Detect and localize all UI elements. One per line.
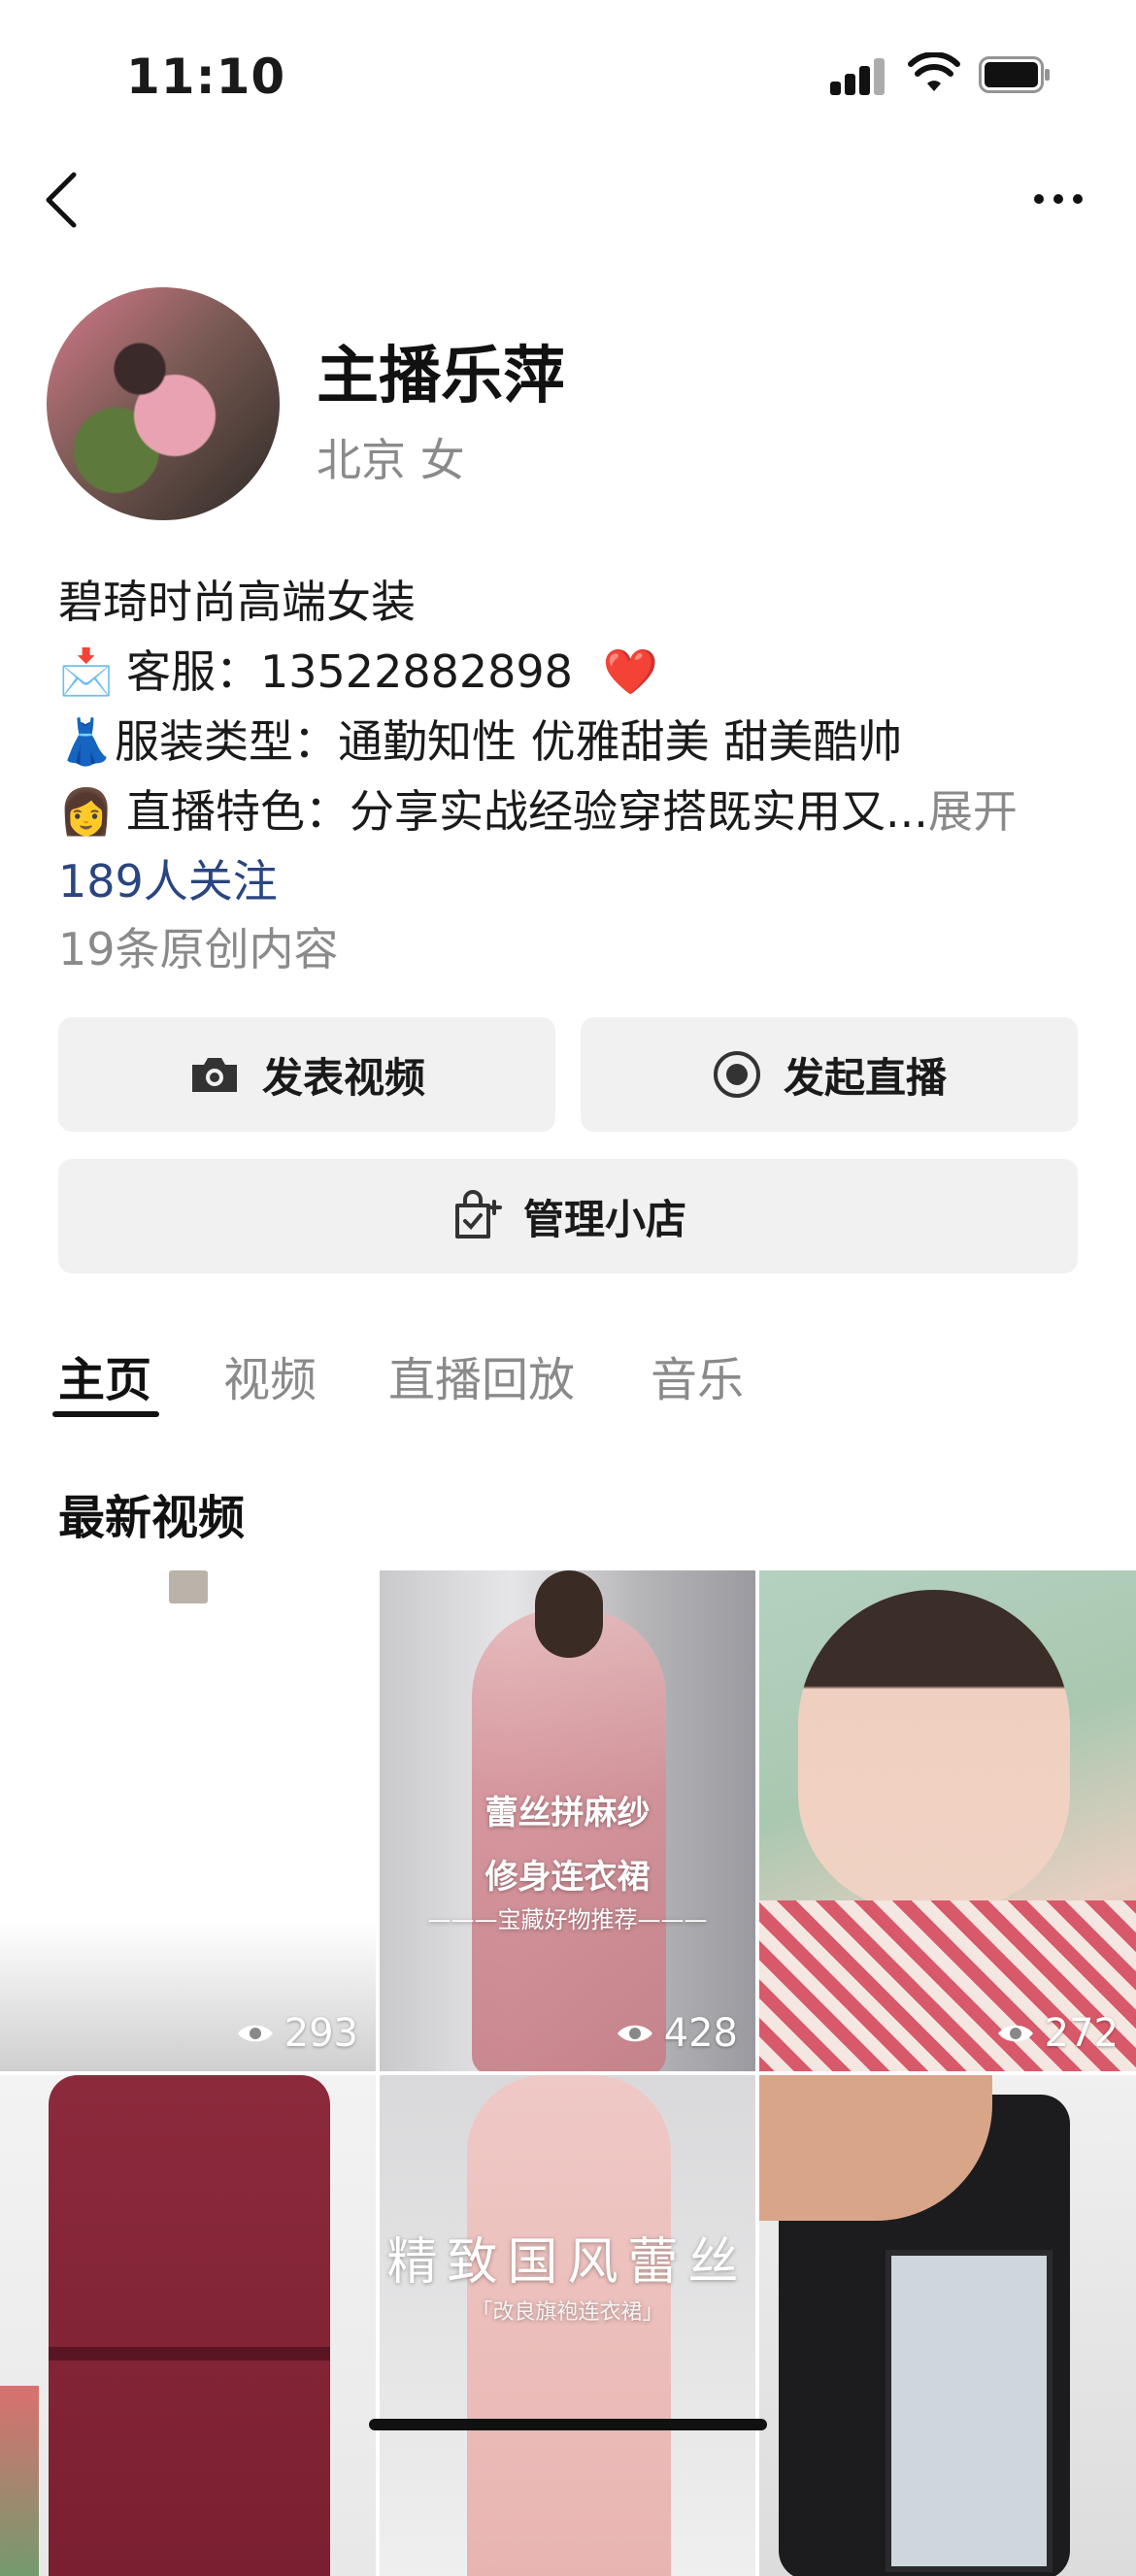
- bio-line-2: 📩 客服：13522882898 ❤️: [58, 637, 671, 701]
- video-thumbnail[interactable]: 蕾丝拼麻纱 修身连衣裙 ———宝藏好物推荐——— 428: [380, 1570, 755, 2071]
- eye-icon: [237, 2025, 273, 2042]
- more-options-icon[interactable]: [1031, 184, 1086, 214]
- eye-icon: [617, 2025, 652, 2042]
- tab-videos[interactable]: 视频: [223, 1341, 317, 1409]
- woman-icon: 👩: [58, 785, 115, 838]
- envelope-icon: 📩: [58, 645, 115, 698]
- cellular-signal-icon: [830, 56, 885, 95]
- home-indicator[interactable]: [369, 2419, 767, 2430]
- active-tab-indicator: [52, 1411, 159, 1417]
- view-count: 272: [996, 2011, 1119, 2056]
- person-head: [535, 1570, 603, 1658]
- section-latest-videos: 最新视频: [58, 1491, 246, 1545]
- bio-customer-service: 客服：13522882898: [126, 645, 573, 698]
- video-thumbnail[interactable]: 精致国风蕾丝 「改良旗袍连衣裙」: [380, 2075, 755, 2576]
- manage-shop-button[interactable]: 管理小店: [58, 1159, 1078, 1273]
- burgundy-dress: [49, 2075, 330, 2576]
- manage-shop-label: 管理小店: [522, 1195, 686, 1243]
- avatar[interactable]: [47, 287, 280, 520]
- view-count: 428: [616, 2011, 738, 2056]
- video-thumbnail[interactable]: 293: [0, 1570, 376, 2071]
- bio-line-4: 👩 直播特色：分享实战经验穿搭既实用又...展开: [58, 776, 1018, 841]
- bio-line-1: 碧琦时尚高端女装: [58, 576, 416, 628]
- thumbnail-image: [169, 1570, 208, 1603]
- person-figure: [472, 1609, 666, 2071]
- overlay-text-line-3: ———宝藏好物推荐———: [427, 1906, 708, 1933]
- pink-lace-dress: [467, 2075, 671, 2576]
- tab-music[interactable]: 音乐: [651, 1341, 744, 1409]
- tab-live-replay[interactable]: 直播回放: [388, 1341, 575, 1409]
- expand-bio-link[interactable]: 展开: [928, 785, 1018, 838]
- bio-line-3: 👗服装类型：通勤知性 优雅甜美 甜美酷帅: [58, 707, 902, 771]
- battery-icon: [979, 56, 1050, 93]
- overlay-subtitle: 「改良旗袍连衣裙」: [471, 2300, 664, 2325]
- followers-count[interactable]: 189人关注: [58, 846, 278, 910]
- start-live-button[interactable]: 发起直播: [581, 1017, 1078, 1132]
- wifi-icon: [908, 52, 960, 91]
- view-count: 293: [236, 2011, 358, 2056]
- video-thumbnail[interactable]: [759, 2075, 1136, 2576]
- overlay-text-line-2: 修身连衣裙: [484, 1858, 651, 1897]
- overlay-title: 精致国风蕾丝: [386, 2233, 749, 2292]
- dress-icon: 👗: [58, 715, 115, 768]
- overlay-text-line-1: 蕾丝拼麻纱: [484, 1794, 651, 1833]
- original-content-count: 19条原创内容: [58, 923, 339, 975]
- bio-clothing-types: 服装类型：通勤知性 优雅甜美 甜美酷帅: [115, 715, 903, 768]
- live-record-icon: [713, 1051, 760, 1098]
- post-video-button[interactable]: 发表视频: [58, 1017, 555, 1132]
- post-video-label: 发表视频: [261, 1053, 425, 1102]
- dress-belt: [49, 2347, 330, 2361]
- camera-icon: [191, 1058, 237, 1092]
- eye-icon: [997, 2025, 1033, 2042]
- profile-location-gender: 北京 女: [317, 434, 465, 486]
- heart-icon: ❤️: [602, 645, 658, 698]
- plant-decoration: [0, 2386, 39, 2576]
- start-live-label: 发起直播: [783, 1053, 947, 1102]
- video-thumbnail[interactable]: [0, 2075, 376, 2576]
- back-icon[interactable]: [43, 171, 82, 229]
- status-time: 11:10: [126, 49, 286, 105]
- video-thumbnail[interactable]: 272: [759, 1570, 1136, 2071]
- camera-screen: [885, 2250, 1052, 2572]
- shop-bag-icon: [454, 1190, 502, 1238]
- person-face: [798, 1590, 1070, 1910]
- profile-name: 主播乐萍: [317, 341, 565, 413]
- bio-live-features: 直播特色：分享实战经验穿搭既实用又...: [126, 785, 928, 838]
- tab-home[interactable]: 主页: [58, 1341, 151, 1409]
